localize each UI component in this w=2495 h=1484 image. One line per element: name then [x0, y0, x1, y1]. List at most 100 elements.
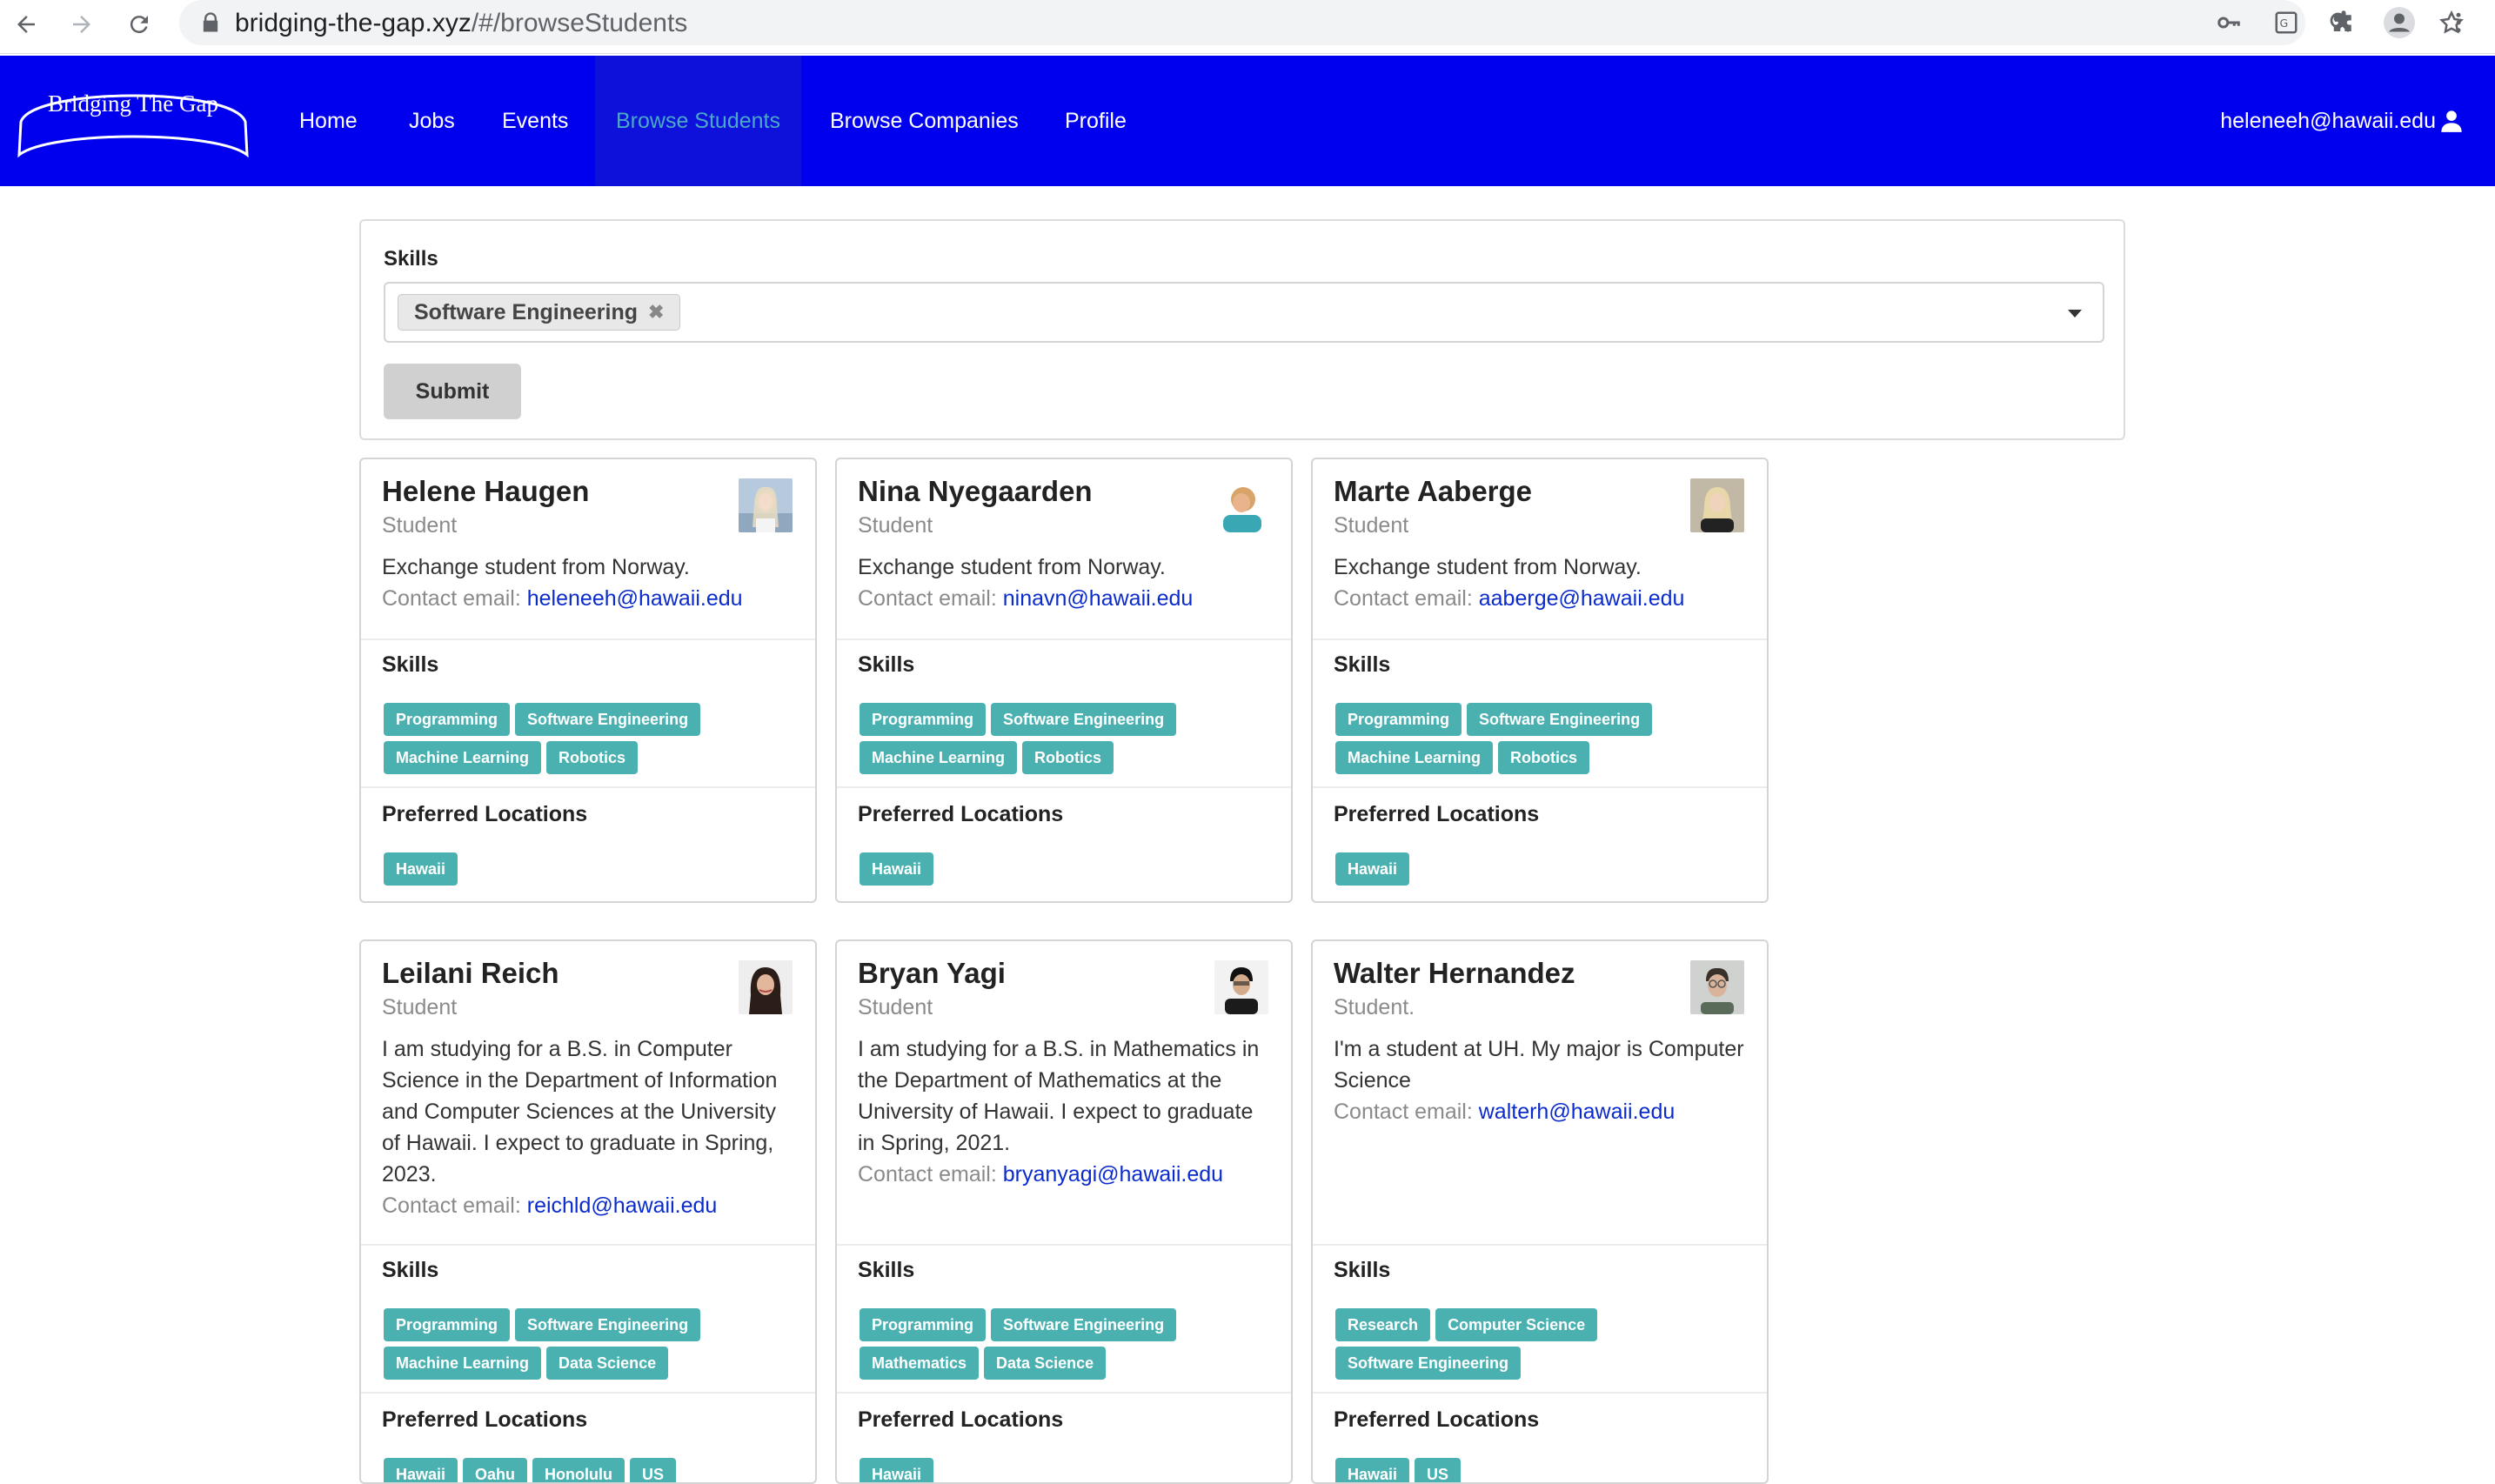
remove-chip-icon[interactable]: ✖ — [648, 301, 664, 324]
student-avatar — [1214, 960, 1268, 1014]
brand-logo[interactable]: Bridging The Gap — [16, 78, 251, 165]
contact-line: Contact email: aaberge@hawaii.edu — [1334, 583, 1749, 614]
location-tag: Hawaii — [860, 1458, 934, 1482]
student-card: Leilani Reich Student I am studying for … — [359, 939, 817, 1484]
skill-tag: Software Engineering — [1335, 1347, 1522, 1380]
profile-avatar-icon[interactable] — [2384, 7, 2415, 38]
skills-heading: Skills — [858, 1258, 915, 1282]
locations-heading: Preferred Locations — [1334, 1407, 1540, 1432]
locations-tag-list: Hawaii US — [1335, 1458, 1753, 1482]
student-avatar — [1690, 478, 1744, 532]
skills-tag-list: Research Computer Science Software Enginee… — [1335, 1308, 1753, 1385]
contact-email-link[interactable]: aaberge@hawaii.edu — [1479, 586, 1685, 611]
student-bio: I'm a student at UH. My major is Compute… — [1334, 1037, 1744, 1093]
contact-email-link[interactable]: reichld@hawaii.edu — [527, 1193, 718, 1218]
divider — [361, 638, 815, 640]
student-bio-block: I am studying for a B.S. in Mathematics … — [858, 1033, 1274, 1190]
contact-label: Contact email: — [382, 1193, 521, 1218]
student-name: Leilani Reich — [382, 957, 559, 989]
divider — [361, 1392, 815, 1394]
translate-icon[interactable]: G — [2271, 7, 2302, 38]
skill-tag: Research — [1335, 1308, 1431, 1341]
student-role: Student — [1334, 513, 1409, 538]
divider — [1313, 1392, 1767, 1394]
contact-email-link[interactable]: ninavn@hawaii.edu — [1003, 586, 1194, 611]
forward-icon[interactable] — [63, 5, 101, 43]
location-tag: Hawaii — [1335, 852, 1410, 886]
contact-line: Contact email: ninavn@hawaii.edu — [858, 583, 1274, 614]
nav-jobs[interactable]: Jobs — [388, 56, 476, 186]
selected-skill-chip: Software Engineering ✖ — [398, 294, 681, 331]
skill-tag: Mathematics — [860, 1347, 980, 1380]
student-avatar — [739, 960, 793, 1014]
contact-label: Contact email: — [1334, 586, 1473, 611]
skill-tag: Data Science — [984, 1347, 1107, 1380]
student-bio-block: Exchange student from Norway. Contact em… — [858, 551, 1274, 614]
skill-tag: Machine Learning — [1335, 741, 1494, 774]
student-bio-block: Exchange student from Norway. Contact em… — [1334, 551, 1749, 614]
nav-home[interactable]: Home — [278, 56, 378, 186]
skill-tag: Data Science — [546, 1347, 669, 1380]
skills-heading: Skills — [382, 1258, 439, 1282]
contact-email-link[interactable]: bryanyagi@hawaii.edu — [1003, 1162, 1223, 1187]
contact-label: Contact email: — [858, 586, 997, 611]
student-avatar — [1690, 960, 1744, 1014]
skill-tag: Programming — [384, 1308, 511, 1341]
student-bio: Exchange student from Norway. — [858, 555, 1166, 579]
skill-tag: Software Engineering — [991, 1308, 1177, 1341]
student-card: Walter Hernandez Student. I'm a student … — [1311, 939, 1769, 1484]
nav-profile[interactable]: Profile — [1044, 56, 1147, 186]
address-bar[interactable]: bridging-the-gap.xyz/#/browseStudents G — [179, 0, 2464, 45]
skill-tag: Robotics — [1498, 741, 1590, 774]
extensions-icon[interactable] — [2328, 7, 2359, 38]
contact-label: Contact email: — [382, 586, 521, 611]
locations-tag-list: Hawaii Oahu Honolulu US — [384, 1458, 801, 1482]
student-name: Walter Hernandez — [1334, 957, 1575, 989]
student-card: Helene Haugen Student Exchange student f… — [359, 458, 817, 903]
contact-line: Contact email: heleneeh@hawaii.edu — [382, 583, 798, 614]
nav-events[interactable]: Events — [481, 56, 589, 186]
skills-heading: Skills — [382, 652, 439, 677]
skills-tag-list: Programming Software Engineering Machine L… — [384, 1308, 801, 1385]
location-tag: Hawaii — [860, 852, 934, 886]
app-navbar: Bridging The Gap Home Jobs Events Browse… — [0, 56, 2495, 186]
nav-browse-students[interactable]: Browse Students — [595, 56, 801, 186]
student-bio-block: Exchange student from Norway. Contact em… — [382, 551, 798, 614]
location-tag: US — [630, 1458, 677, 1482]
divider — [837, 1244, 1291, 1246]
student-role: Student — [382, 995, 458, 1019]
nav-browse-companies[interactable]: Browse Companies — [809, 56, 1040, 186]
skills-filter-label: Skills — [384, 247, 438, 271]
locations-heading: Preferred Locations — [382, 1407, 588, 1432]
divider — [1313, 638, 1767, 640]
locations-tag-list: Hawaii — [384, 852, 801, 891]
divider — [361, 786, 815, 788]
student-role: Student — [858, 995, 933, 1019]
student-name: Helene Haugen — [382, 475, 590, 507]
user-menu[interactable]: heleneeh@hawaii.edu — [2220, 56, 2464, 186]
contact-email-link[interactable]: walterh@hawaii.edu — [1479, 1100, 1676, 1124]
student-avatar — [1214, 478, 1268, 532]
submit-button[interactable]: Submit — [384, 364, 521, 419]
contact-line: Contact email: bryanyagi@hawaii.edu — [858, 1159, 1274, 1190]
skill-tag: Robotics — [1022, 741, 1114, 774]
skill-tag: Machine Learning — [384, 1347, 542, 1380]
more-menu-icon[interactable] — [2443, 7, 2474, 38]
url-text: bridging-the-gap.xyz/#/browseStudents — [235, 9, 688, 37]
lock-icon — [198, 10, 223, 35]
dropdown-caret-icon[interactable] — [2068, 310, 2082, 318]
divider — [361, 1244, 815, 1246]
divider — [1313, 786, 1767, 788]
key-icon[interactable] — [2213, 7, 2244, 38]
student-bio-block: I am studying for a B.S. in Computer Sci… — [382, 1033, 798, 1221]
skill-tag: Computer Science — [1435, 1308, 1598, 1341]
reload-icon[interactable] — [120, 5, 158, 43]
location-tag: Honolulu — [532, 1458, 625, 1482]
skills-dropdown[interactable]: Software Engineering ✖ — [384, 282, 2104, 343]
locations-heading: Preferred Locations — [858, 1407, 1064, 1432]
contact-email-link[interactable]: heleneeh@hawaii.edu — [527, 586, 743, 611]
back-icon[interactable] — [7, 5, 45, 43]
skill-tag: Software Engineering — [991, 703, 1177, 736]
skill-tag: Programming — [384, 703, 511, 736]
divider — [837, 1392, 1291, 1394]
